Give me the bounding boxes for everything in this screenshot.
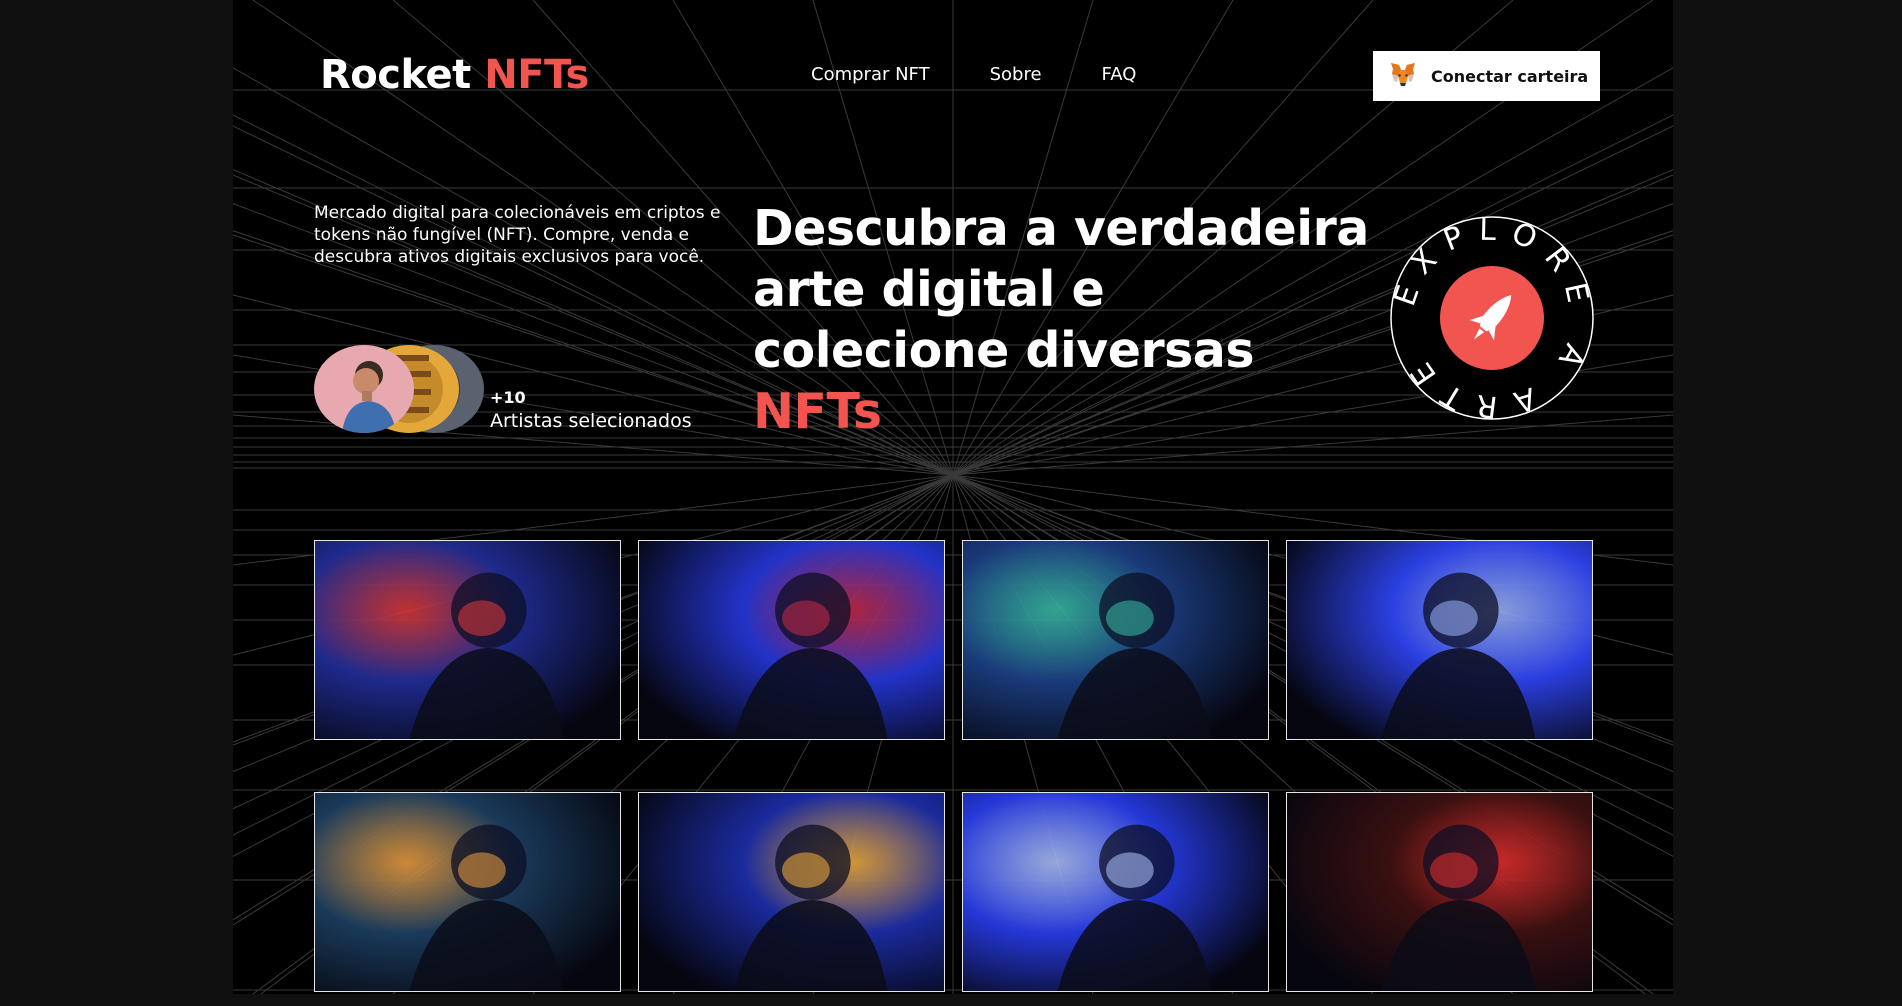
nav-sobre[interactable]: Sobre bbox=[990, 64, 1042, 85]
site-logo[interactable]: Rocket NFTs bbox=[320, 52, 589, 98]
nft-image bbox=[315, 541, 620, 739]
nft-card[interactable] bbox=[962, 540, 1269, 740]
nft-image bbox=[639, 793, 944, 991]
logo-text: Rocket bbox=[320, 52, 471, 98]
artists-count: +10 bbox=[490, 388, 526, 407]
hero-headline: Descubra a verdadeira arte digital e col… bbox=[753, 198, 1373, 442]
nft-gallery bbox=[314, 540, 1593, 992]
nft-image bbox=[639, 541, 944, 739]
nft-image bbox=[1287, 793, 1592, 991]
nft-image bbox=[963, 793, 1268, 991]
nft-image bbox=[315, 793, 620, 991]
nft-card[interactable] bbox=[638, 792, 945, 992]
artist-avatars[interactable] bbox=[314, 345, 484, 433]
connect-wallet-button[interactable]: Conectar carteira bbox=[1373, 51, 1600, 101]
connect-wallet-label: Conectar carteira bbox=[1431, 66, 1589, 86]
avatar bbox=[314, 345, 414, 433]
nft-card[interactable] bbox=[1286, 540, 1593, 740]
nft-image bbox=[963, 541, 1268, 739]
nft-card[interactable] bbox=[638, 540, 945, 740]
nft-image bbox=[1287, 541, 1592, 739]
hero-headline-text: Descubra a verdadeira arte digital e col… bbox=[753, 200, 1369, 379]
landing-page: Rocket NFTs Comprar NFT Sobre FAQ Conect… bbox=[233, 0, 1673, 994]
hero-headline-accent: NFTs bbox=[753, 383, 882, 440]
nav-comprar-nft[interactable]: Comprar NFT bbox=[811, 64, 930, 85]
nft-card[interactable] bbox=[314, 540, 621, 740]
metamask-fox-icon bbox=[1389, 62, 1417, 91]
logo-accent: NFTs bbox=[484, 52, 589, 98]
nft-card[interactable] bbox=[962, 792, 1269, 992]
nft-card[interactable] bbox=[314, 792, 621, 992]
nft-card[interactable] bbox=[1286, 792, 1593, 992]
explore-badge[interactable]: EXPLORE A ARTE bbox=[1387, 213, 1596, 424]
artists-label: Artistas selecionados bbox=[490, 410, 692, 432]
main-nav: Comprar NFT Sobre FAQ bbox=[811, 64, 1136, 85]
hero-intro-text: Mercado digital para colecionáveis em cr… bbox=[314, 203, 721, 267]
nav-faq[interactable]: FAQ bbox=[1102, 64, 1137, 85]
